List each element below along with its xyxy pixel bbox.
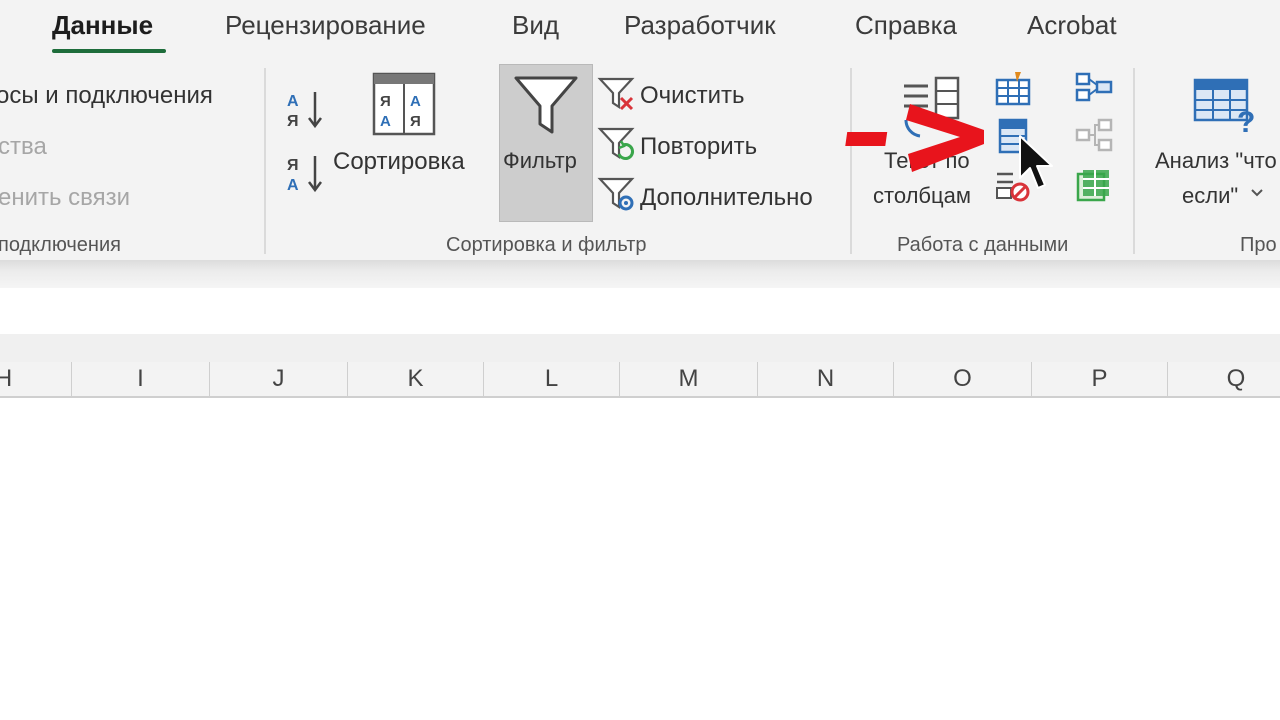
formula-bar-area bbox=[0, 288, 1280, 334]
sheet-top-band bbox=[0, 334, 1280, 362]
relationships-icon[interactable] bbox=[1075, 118, 1113, 152]
column-header-q[interactable]: Q bbox=[1168, 362, 1280, 396]
tab-view[interactable]: Вид bbox=[512, 10, 559, 41]
forecast-group-label: Про bbox=[1240, 234, 1277, 256]
text-to-columns-label-line2[interactable]: столбцам bbox=[873, 183, 971, 209]
what-if-analysis-icon[interactable]: ? bbox=[1193, 76, 1261, 139]
filter-button-label: Фильтр bbox=[503, 148, 577, 173]
worksheet-grid[interactable] bbox=[0, 398, 1280, 720]
svg-text:Я: Я bbox=[380, 93, 391, 110]
column-header-n[interactable]: N bbox=[758, 362, 894, 396]
column-header-h[interactable]: H bbox=[0, 362, 72, 396]
column-header-l[interactable]: L bbox=[484, 362, 620, 396]
sort-dialog-icon[interactable]: Я А А Я bbox=[372, 72, 436, 136]
svg-text:Я: Я bbox=[410, 113, 421, 130]
edit-links-button[interactable]: енить связи bbox=[0, 184, 130, 212]
annotation-arrow-icon bbox=[845, 98, 990, 174]
svg-text:Я: Я bbox=[287, 113, 299, 130]
active-tab-indicator bbox=[52, 49, 166, 53]
svg-text:А: А bbox=[287, 177, 299, 194]
properties-button[interactable]: ства bbox=[0, 133, 47, 161]
what-if-analysis-label-line1[interactable]: Анализ "что bbox=[1155, 148, 1277, 174]
reapply-filter-icon bbox=[597, 126, 635, 162]
tab-data[interactable]: Данные bbox=[52, 10, 153, 41]
clear-filter-icon bbox=[597, 76, 635, 112]
what-if-analysis-label-line2[interactable]: если" bbox=[1182, 183, 1238, 209]
sort-a-z-icon[interactable]: А Я bbox=[287, 88, 327, 132]
column-header-o[interactable]: O bbox=[894, 362, 1032, 396]
filter-funnel-icon bbox=[514, 74, 578, 138]
advanced-filter-icon bbox=[597, 176, 635, 212]
queries-connections-button[interactable]: осы и подключения bbox=[0, 82, 213, 110]
chevron-down-icon[interactable] bbox=[1250, 186, 1264, 200]
advanced-filter-button[interactable]: Дополнительно bbox=[640, 184, 813, 212]
tab-review[interactable]: Рецензирование bbox=[225, 10, 426, 41]
reapply-filter-button[interactable]: Повторить bbox=[640, 133, 757, 161]
sort-z-a-icon[interactable]: Я А bbox=[287, 152, 327, 196]
column-header-k[interactable]: K bbox=[348, 362, 484, 396]
tab-help[interactable]: Справка bbox=[855, 10, 957, 41]
svg-text:?: ? bbox=[1237, 106, 1255, 139]
ribbon-shadow bbox=[0, 260, 1280, 288]
clear-filter-button[interactable]: Очистить bbox=[640, 82, 744, 110]
consolidate-icon[interactable] bbox=[1075, 70, 1113, 104]
flash-fill-icon[interactable] bbox=[995, 70, 1031, 106]
connections-group-label: подключения bbox=[0, 234, 121, 256]
svg-text:Я: Я bbox=[287, 157, 299, 174]
svg-text:А: А bbox=[410, 93, 421, 110]
sort-button-label[interactable]: Сортировка bbox=[333, 148, 465, 176]
svg-text:А: А bbox=[380, 113, 391, 130]
tab-developer[interactable]: Разработчик bbox=[624, 10, 776, 41]
data-model-icon[interactable] bbox=[1075, 168, 1111, 204]
column-header-i[interactable]: I bbox=[72, 362, 210, 396]
data-tools-group-label: Работа с данными bbox=[897, 234, 1069, 256]
mouse-cursor-icon bbox=[1018, 134, 1058, 192]
column-header-m[interactable]: M bbox=[620, 362, 758, 396]
group-separator bbox=[264, 68, 266, 254]
group-separator bbox=[1133, 68, 1135, 254]
sort-filter-group-label: Сортировка и фильтр bbox=[446, 234, 647, 256]
tab-acrobat[interactable]: Acrobat bbox=[1027, 10, 1117, 41]
column-header-j[interactable]: J bbox=[210, 362, 348, 396]
svg-text:А: А bbox=[287, 93, 299, 110]
column-header-p[interactable]: P bbox=[1032, 362, 1168, 396]
